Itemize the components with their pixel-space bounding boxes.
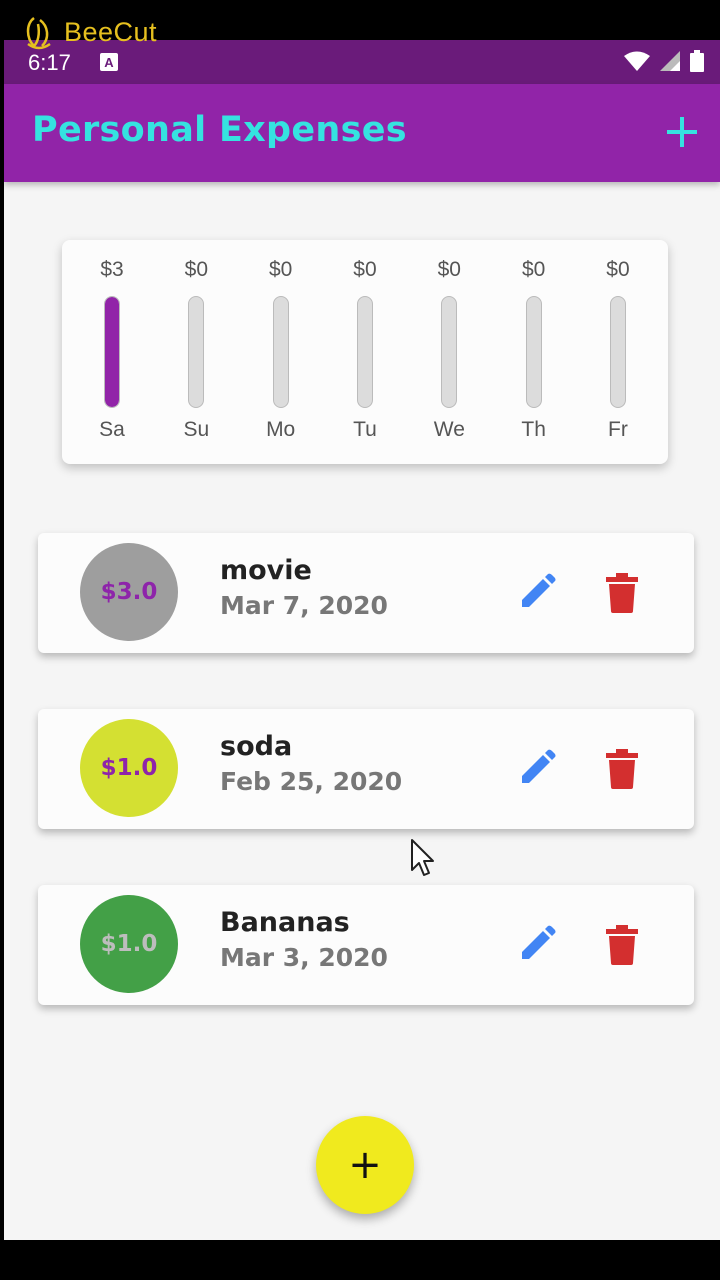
watermark-text: BeeCut xyxy=(64,16,158,47)
chart-bar-day-label: Th xyxy=(521,418,546,441)
edit-button[interactable] xyxy=(518,925,556,963)
chart-bar-track xyxy=(272,296,289,408)
amount-avatar: $3.0 xyxy=(80,543,178,641)
status-time: 6:17 xyxy=(28,50,71,75)
bee-logo-icon xyxy=(26,17,51,50)
chart-bar-track xyxy=(609,296,626,408)
chart-bar-su: $0 Su xyxy=(166,258,226,448)
pencil-icon xyxy=(522,925,556,959)
chart-bar-amount: $3 xyxy=(100,258,124,281)
transaction-title: Bananas xyxy=(220,907,350,938)
chart-bar-track xyxy=(356,296,373,408)
chart-bar-tu: $0 Tu xyxy=(335,258,395,448)
chart-bar-day-label: We xyxy=(433,418,465,441)
bottom-bar xyxy=(0,1240,720,1280)
transaction-card: $3.0 movie Mar 7, 2020 xyxy=(38,533,694,653)
transaction-date: Feb 25, 2020 xyxy=(220,767,403,796)
chart-bar-amount: $0 xyxy=(353,258,377,281)
trash-icon xyxy=(606,573,638,613)
plus-icon xyxy=(667,117,697,147)
mouse-cursor-icon xyxy=(411,839,434,876)
chart-bar-amount: $0 xyxy=(437,258,461,281)
signal-icon xyxy=(660,51,680,71)
chart-bar-amount: $0 xyxy=(184,258,208,281)
chart-bar-track xyxy=(441,296,458,408)
trash-icon xyxy=(606,925,638,965)
fab-plus-icon: + xyxy=(348,1142,382,1188)
chart-bar-day-label: Fr xyxy=(608,418,628,441)
app-title: Personal Expenses xyxy=(32,110,407,150)
chart-bar-day-label: Su xyxy=(183,418,210,441)
chart-bars: $3 Sa $0 Su $0 Mo $0 Tu $0 We $0 Th $0 Fr xyxy=(82,258,648,448)
chart-bar-amount: $0 xyxy=(268,258,293,281)
chart-bar-sa: $3 Sa xyxy=(82,258,142,448)
transaction-date: Mar 3, 2020 xyxy=(220,943,388,972)
amount-avatar: $1.0 xyxy=(80,719,178,817)
amount-avatar: $1.0 xyxy=(80,895,178,993)
chart-bar-track xyxy=(188,296,205,408)
transaction-card: $1.0 soda Feb 25, 2020 xyxy=(38,709,694,829)
chart-bar-amount: $0 xyxy=(521,258,546,281)
chart-bar-fill xyxy=(105,297,119,407)
edit-button[interactable] xyxy=(518,573,556,611)
transaction-title: soda xyxy=(220,731,293,762)
delete-button[interactable] xyxy=(604,925,640,965)
status-icons xyxy=(624,50,704,72)
edit-button[interactable] xyxy=(518,749,556,787)
trash-icon xyxy=(606,749,638,789)
delete-button[interactable] xyxy=(604,749,640,789)
chart-bar-day-label: Tu xyxy=(353,418,377,441)
transaction-card: $1.0 Bananas Mar 3, 2020 xyxy=(38,885,694,1005)
battery-icon xyxy=(690,50,704,72)
chart-bar-th: $0 Th xyxy=(504,258,564,448)
chart-bar-fr: $0 Fr xyxy=(588,258,648,448)
delete-button[interactable] xyxy=(604,573,640,613)
add-transaction-button[interactable] xyxy=(662,112,702,152)
notification-icon: A xyxy=(100,53,118,71)
app-bar: Personal Expenses xyxy=(4,84,720,182)
phone-screen: 6:17 A Personal Expenses $3 Sa $0 Su $0 Mo $0 T… xyxy=(4,40,720,1240)
pencil-icon xyxy=(522,749,556,783)
watermark: BeeCut xyxy=(22,12,157,52)
pencil-icon xyxy=(522,573,556,607)
chart-bar-track xyxy=(104,296,120,408)
chart-bar-mo: $0 Mo xyxy=(251,258,311,448)
chart-bar-track xyxy=(525,296,542,408)
wifi-icon xyxy=(624,51,650,71)
weekly-chart: $3 Sa $0 Su $0 Mo $0 Tu $0 We $0 Th $0 Fr xyxy=(62,240,668,464)
add-fab-button[interactable]: + xyxy=(316,1116,414,1214)
chart-bar-day-label: Mo xyxy=(266,418,296,441)
transaction-date: Mar 7, 2020 xyxy=(220,591,388,620)
chart-bar-amount: $0 xyxy=(606,258,630,281)
chart-bar-we: $0 We xyxy=(419,258,479,448)
chart-bar-day-label: Sa xyxy=(99,418,125,441)
transaction-title: movie xyxy=(220,555,312,586)
